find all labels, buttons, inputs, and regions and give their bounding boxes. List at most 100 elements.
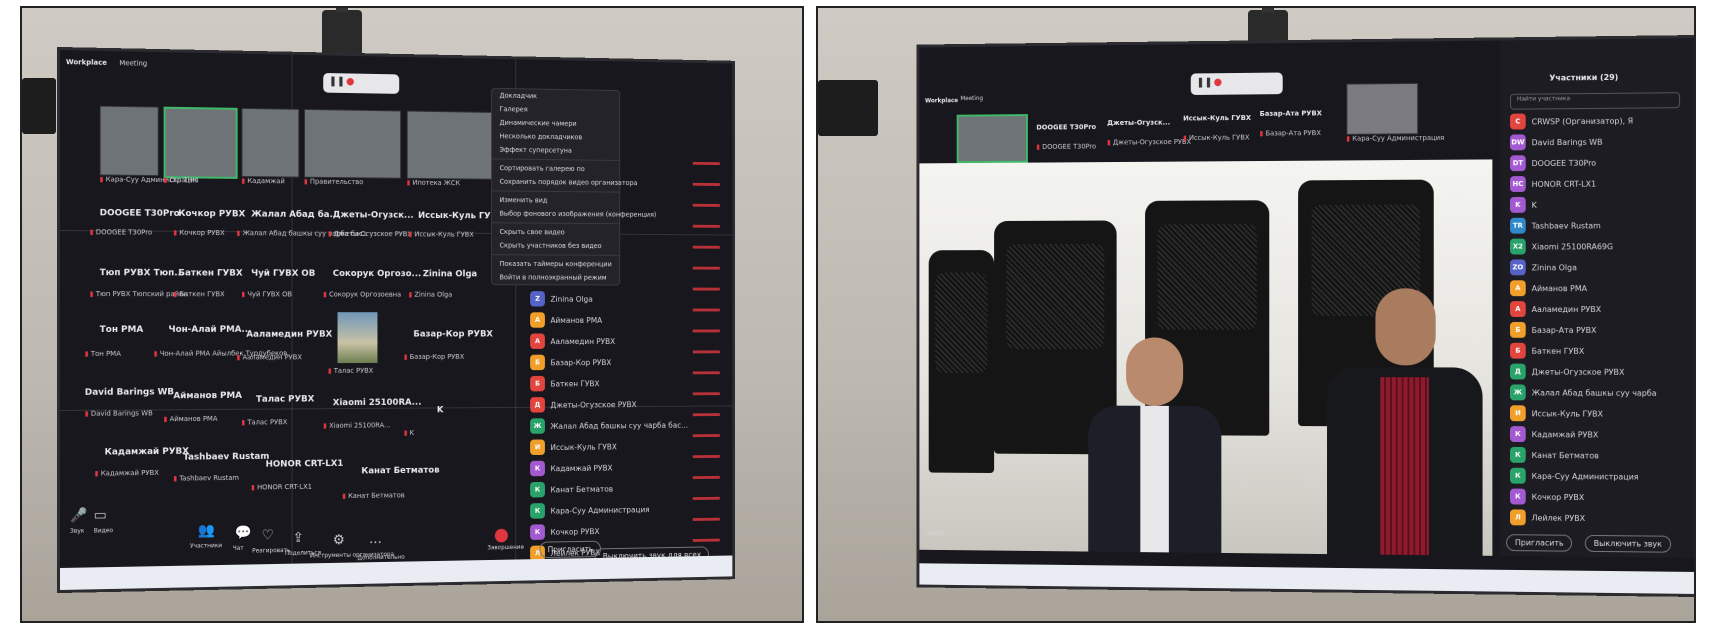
avatar: К (530, 481, 545, 498)
participant-name: Кадамжай РУВХ (550, 463, 613, 473)
video-thumb-active[interactable] (163, 106, 238, 179)
avatar: А (1510, 301, 1526, 317)
invite-button[interactable]: Пригласить (1506, 534, 1573, 552)
participant-item[interactable]: И Иссык-Куль ГУВХ (1510, 405, 1603, 422)
video-thumb-active[interactable] (956, 114, 1028, 164)
menu-item[interactable]: Сортировать галерею по (492, 161, 619, 176)
chat-icon[interactable]: 💬 (235, 525, 252, 541)
pause-icon[interactable]: ❚❚ (329, 76, 345, 87)
participant-item[interactable]: Ж Жалал Абад башкы суу чарба бас... (530, 417, 688, 434)
avatar: Б (530, 354, 545, 371)
participant-item[interactable]: ZO Zinina Olga (1510, 259, 1577, 276)
participant-name: Zinina Olga (1531, 262, 1577, 272)
tile-title: DOOGEE T30Pro (99, 208, 180, 219)
participant-item[interactable]: Д Джеты-Огузское РУВХ (1510, 363, 1624, 380)
participant-name: Айманов РМА (1531, 283, 1588, 293)
menu-item[interactable]: Сохранить порядок видео организатора (492, 175, 638, 190)
participant-name: Tashbaev Rustam (1531, 220, 1601, 231)
participant-item[interactable]: К Кочкор РУВХ (530, 523, 599, 540)
menu-item[interactable]: Выбор фонового изображения (конференция) (492, 207, 657, 222)
tile-title: Джеты-Огузск... (1107, 118, 1171, 128)
search-input[interactable]: Найти участника (1510, 92, 1681, 110)
avatar: А (1510, 280, 1526, 297)
participant-item[interactable]: К Кара-Суу Администрация (1510, 467, 1639, 485)
video-icon[interactable]: ▭ (94, 507, 107, 523)
video-thumb[interactable] (304, 108, 402, 179)
participant-item[interactable]: TR Tashbaev Rustam (1510, 217, 1601, 234)
reaction-icon[interactable]: ♡ (262, 528, 274, 544)
participant-item[interactable]: А Айманов РМА (1510, 280, 1588, 297)
leave-icon[interactable] (494, 528, 508, 543)
tools-icon[interactable]: ⚙ (333, 532, 345, 548)
participant-item[interactable]: Л Лейлек РУВХ (1510, 509, 1585, 526)
participant-item[interactable]: KK (1510, 196, 1537, 213)
participant-item[interactable]: А Ааламедин РУВХ (1510, 301, 1601, 317)
participant-item[interactable]: А Ааламедин РУВХ (530, 333, 615, 349)
menu-item[interactable]: Скрыть свое видео (492, 225, 619, 239)
pause-icon[interactable]: ❚❚ (1196, 77, 1212, 88)
tile-sub: Талас РУВХ (328, 367, 373, 375)
participant-item[interactable]: К Канат Бетматов (530, 481, 614, 498)
app-title: Workplace (65, 58, 107, 67)
mute-all-button[interactable]: Выключить звук (1584, 534, 1671, 553)
more-icon[interactable]: ⋯ (369, 535, 382, 551)
participant-item[interactable]: А Айманов РМА (530, 312, 602, 328)
recording-bar[interactable]: ❚❚ ● (1190, 72, 1283, 96)
video-wall-screen: Workplace Meeting ❚❚ ● Кара-Суу Админист… (60, 50, 733, 590)
participant-item[interactable]: C CRWSP (Организатор), Я (1510, 113, 1633, 130)
tile-sub: Кочкор РУВХ (173, 229, 224, 237)
speaker-label: CRWSP (924, 530, 946, 538)
recording-bar[interactable]: ❚❚ ● (323, 72, 400, 94)
participant-item[interactable]: К Кадамжай РУВХ (1510, 426, 1598, 443)
participant-item[interactable]: Z Zinina Olga (530, 291, 593, 307)
avatar: К (1510, 467, 1526, 484)
tile-title: Базар-Ата РУВХ (1259, 109, 1322, 118)
record-icon[interactable]: ● (1214, 77, 1222, 88)
participant-item[interactable]: DW David Barings WB (1510, 134, 1602, 151)
menu-item[interactable]: Войти в полноэкранный режим (492, 271, 619, 285)
menu-item[interactable]: Изменить вид (492, 193, 619, 208)
menu-item[interactable]: Скрыть участников без видео (492, 239, 619, 253)
view-menu[interactable]: Докладчик Галерея Динамические чамери Не… (491, 87, 657, 286)
participant-item[interactable]: DT DOOGEE T30Pro (1510, 155, 1596, 172)
participant-item[interactable]: Ж Жалал Абад башкы суу чарба (1510, 384, 1657, 401)
video-label: Видео (93, 527, 114, 535)
share-icon[interactable]: ⇪ (293, 530, 304, 546)
menu-item[interactable]: Эффект суперсетуна (492, 143, 619, 158)
menu-item[interactable]: Показать таймеры конференции (492, 257, 619, 271)
participant-name: Ааламедин РУВХ (550, 336, 616, 346)
tile-sub: Ааламедин РУВХ (237, 353, 302, 361)
participant-item[interactable]: Б Баткен ГУВХ (1510, 342, 1584, 359)
video-thumb[interactable] (1346, 82, 1419, 135)
record-icon[interactable]: ● (346, 76, 354, 87)
avatar: К (1510, 488, 1526, 505)
participant-item[interactable]: И Иссык-Куль ГУВХ (530, 439, 617, 456)
video-wall-screen: Workplace Meeting ❚❚ ● DOOGEE T30Pro DOO… (919, 38, 1694, 594)
video-thumb[interactable] (241, 107, 300, 178)
participant-item[interactable]: X2 Xiaomi 25100RA69G (1510, 238, 1614, 255)
tile-title: David Barings WB (84, 387, 175, 398)
participant-item[interactable]: Б Базар-Кор РУВХ (530, 354, 611, 371)
participant-name: Канат Бетматов (550, 484, 614, 494)
invite-button[interactable]: Пригласить (539, 540, 602, 559)
tile-title: Чон-Алай РМА... (168, 324, 252, 335)
participant-item[interactable]: Д Джеты-Огузское РУВХ (530, 397, 637, 413)
participant-item[interactable]: К Канат Бетматов (1510, 446, 1599, 463)
video-thumb[interactable] (406, 110, 493, 180)
people-icon[interactable]: 👥 (198, 523, 215, 539)
thumb-label: Ипотека ЖСК (407, 179, 461, 187)
participant-item[interactable]: К Кара-Суу Администрация (530, 502, 650, 519)
participant-name: Xiaomi 25100RA69G (1531, 241, 1614, 251)
avatar: И (530, 439, 545, 456)
participant-item[interactable]: К Кочкор РУВХ (1510, 488, 1584, 505)
mic-icon[interactable]: 🎤 (70, 508, 87, 524)
participant-item[interactable]: К Кадамжай РУВХ (530, 460, 613, 477)
avatar: TR (1510, 217, 1526, 234)
video-thumb[interactable] (99, 105, 159, 177)
tile-sub: Канат Бетматов (342, 491, 405, 500)
participant-item[interactable]: Б Базар-Ата РУВХ (1510, 321, 1596, 338)
tile-sub: Иссык-Куль ГУВХ (1183, 134, 1250, 142)
participant-item[interactable]: HC HONOR CRT-LX1 (1510, 176, 1596, 193)
participant-name: Джеты-Огузское РУВХ (550, 399, 637, 410)
participant-item[interactable]: Б Баткен ГУВХ (530, 375, 599, 392)
